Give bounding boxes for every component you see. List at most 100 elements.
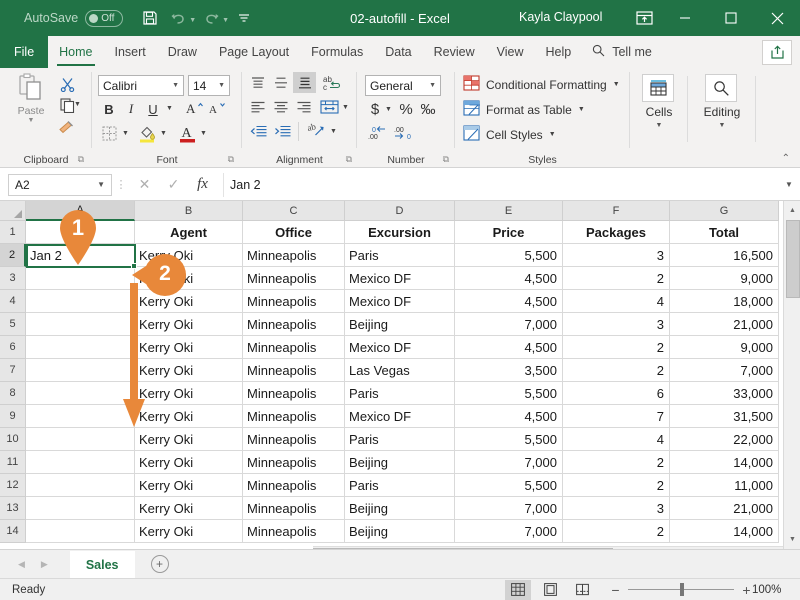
cell-B14[interactable]: Kerry Oki	[135, 520, 243, 543]
cell-G1[interactable]: Total	[670, 221, 779, 244]
ribbon-display-options-icon[interactable]	[633, 8, 655, 28]
cell-C13[interactable]: Minneapolis	[243, 497, 345, 520]
vertical-scrollbar[interactable]: ▲ ▼	[783, 201, 800, 549]
row-header-8[interactable]: 8	[0, 382, 26, 405]
scroll-up-arrow-icon[interactable]: ▲	[785, 202, 800, 219]
scissors-icon[interactable]	[56, 74, 78, 94]
cell-A4[interactable]	[26, 290, 135, 313]
chevron-down-icon[interactable]: ▼	[429, 82, 436, 89]
tell-me-search[interactable]: Tell me	[582, 36, 662, 68]
page-layout-view-icon[interactable]	[537, 580, 563, 600]
column-header-F[interactable]: F	[563, 201, 670, 221]
merge-and-center-icon[interactable]	[318, 97, 340, 117]
cell-D3[interactable]: Mexico DF	[345, 267, 455, 290]
cell-E2[interactable]: 5,500	[455, 244, 563, 267]
maximize-icon[interactable]	[708, 0, 754, 36]
insert-function-icon[interactable]: fx	[188, 173, 217, 197]
cell-G2[interactable]: 16,500	[670, 244, 779, 267]
cell-B9[interactable]: Kerry Oki	[135, 405, 243, 428]
zoom-level-label[interactable]: 100%	[752, 584, 781, 596]
cell-F4[interactable]: 4	[563, 290, 670, 313]
cell-A3[interactable]	[26, 267, 135, 290]
cell-B13[interactable]: Kerry Oki	[135, 497, 243, 520]
cell-E13[interactable]: 7,000	[455, 497, 563, 520]
row-header-13[interactable]: 13	[0, 497, 26, 520]
font-color-dropdown-caret[interactable]: ▼	[200, 130, 207, 137]
align-center-icon[interactable]	[270, 98, 291, 117]
cell-C1[interactable]: Office	[243, 221, 345, 244]
sheet-tab-sales[interactable]: Sales	[70, 551, 135, 578]
cell-A8[interactable]	[26, 382, 135, 405]
editing-dropdown-caret[interactable]: ▼	[688, 122, 756, 129]
cell-C6[interactable]: Minneapolis	[243, 336, 345, 359]
minimize-icon[interactable]	[662, 0, 708, 36]
tab-help[interactable]: Help	[535, 36, 583, 68]
row-header-2[interactable]: 2	[0, 244, 26, 267]
cell-D4[interactable]: Mexico DF	[345, 290, 455, 313]
cell-B5[interactable]: Kerry Oki	[135, 313, 243, 336]
cell-E1[interactable]: Price	[455, 221, 563, 244]
align-left-icon[interactable]	[247, 98, 268, 117]
undo-dropdown-caret[interactable]: ▼	[189, 17, 196, 24]
number-dialog-launcher[interactable]: ⧉	[443, 154, 449, 165]
conditional-formatting-caret[interactable]: ▼	[613, 81, 620, 88]
decrease-indent-icon[interactable]	[247, 122, 269, 141]
align-right-icon[interactable]	[293, 98, 314, 117]
cell-G12[interactable]: 11,000	[670, 474, 779, 497]
select-all-corner[interactable]	[0, 201, 26, 221]
percent-format-button[interactable]: %	[397, 100, 415, 119]
row-header-3[interactable]: 3	[0, 267, 26, 290]
cell-G5[interactable]: 21,000	[670, 313, 779, 336]
cell-G6[interactable]: 9,000	[670, 336, 779, 359]
conditional-formatting-button[interactable]: Conditional Formatting ▼	[463, 75, 620, 94]
cell-F5[interactable]: 3	[563, 313, 670, 336]
autosave-switch[interactable]: Off	[85, 10, 123, 27]
number-format-combobox[interactable]: General ▼	[365, 75, 441, 96]
cell-F3[interactable]: 2	[563, 267, 670, 290]
cell-C7[interactable]: Minneapolis	[243, 359, 345, 382]
save-icon[interactable]	[137, 5, 163, 31]
cell-G14[interactable]: 14,000	[670, 520, 779, 543]
cell-G10[interactable]: 22,000	[670, 428, 779, 451]
row-header-11[interactable]: 11	[0, 451, 26, 474]
row-header-10[interactable]: 10	[0, 428, 26, 451]
cell-D13[interactable]: Beijing	[345, 497, 455, 520]
underline-dropdown-caret[interactable]: ▼	[166, 105, 173, 112]
cell-B8[interactable]: Kerry Oki	[135, 382, 243, 405]
cell-F9[interactable]: 7	[563, 405, 670, 428]
collapse-ribbon-icon[interactable]: ⌃	[782, 153, 790, 164]
cell-B1[interactable]: Agent	[135, 221, 243, 244]
cell-C5[interactable]: Minneapolis	[243, 313, 345, 336]
cell-A9[interactable]	[26, 405, 135, 428]
paste-dropdown-caret[interactable]: ▼	[28, 117, 35, 124]
close-icon[interactable]	[754, 0, 800, 36]
row-header-9[interactable]: 9	[0, 405, 26, 428]
bold-button[interactable]: B	[100, 100, 118, 118]
cell-G4[interactable]: 18,000	[670, 290, 779, 313]
cell-G8[interactable]: 33,000	[670, 382, 779, 405]
cell-A14[interactable]	[26, 520, 135, 543]
tab-file[interactable]: File	[0, 36, 48, 68]
cell-F10[interactable]: 4	[563, 428, 670, 451]
cell-F11[interactable]: 2	[563, 451, 670, 474]
cell-B11[interactable]: Kerry Oki	[135, 451, 243, 474]
zoom-in-button[interactable]: +	[741, 582, 752, 598]
cell-B10[interactable]: Kerry Oki	[135, 428, 243, 451]
tab-draw[interactable]: Draw	[157, 36, 208, 68]
page-break-preview-icon[interactable]	[569, 580, 595, 600]
cell-D10[interactable]: Paris	[345, 428, 455, 451]
cell-G9[interactable]: 31,500	[670, 405, 779, 428]
row-header-5[interactable]: 5	[0, 313, 26, 336]
vertical-scrollbar-thumb[interactable]	[786, 220, 800, 298]
cell-E6[interactable]: 4,500	[455, 336, 563, 359]
currency-dropdown-caret[interactable]: ▼	[385, 106, 392, 113]
tab-formulas[interactable]: Formulas	[300, 36, 374, 68]
cell-G7[interactable]: 7,000	[670, 359, 779, 382]
cell-F12[interactable]: 2	[563, 474, 670, 497]
name-box[interactable]: A2 ▼	[8, 174, 112, 196]
editing-button-label[interactable]: Editing	[688, 105, 756, 119]
font-dialog-launcher[interactable]: ⧉	[228, 154, 234, 165]
cell-E10[interactable]: 5,500	[455, 428, 563, 451]
cell-D5[interactable]: Beijing	[345, 313, 455, 336]
autosave-toggle-group[interactable]: AutoSave Off	[24, 10, 123, 27]
